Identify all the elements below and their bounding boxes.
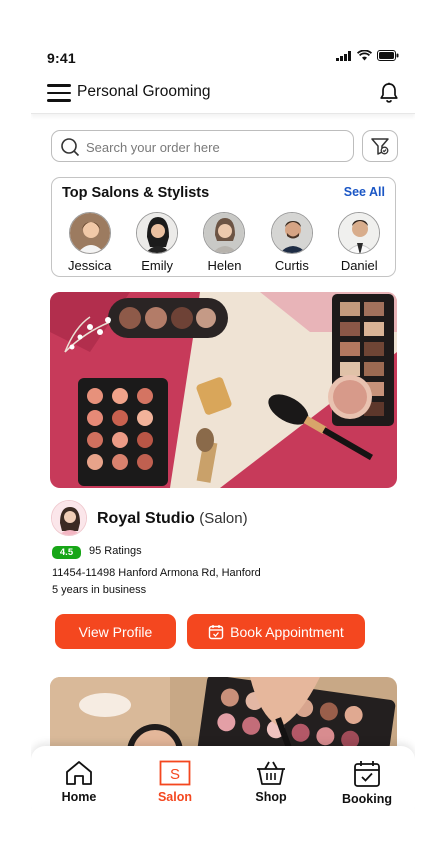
bell-icon[interactable] xyxy=(379,82,399,109)
stylist-name: Emily xyxy=(141,258,173,273)
app-header: Personal Grooming xyxy=(31,76,415,114)
stylist-list: Jessica Emily Helen Curtis Daniel xyxy=(52,212,397,273)
nav-salon-label: Salon xyxy=(157,790,193,804)
nav-shop-label: Shop xyxy=(255,790,287,804)
status-bar: 9:41 xyxy=(31,36,415,76)
stylist-helen[interactable]: Helen xyxy=(194,212,254,273)
bottom-nav: Home S Salon Shop Booking xyxy=(31,746,415,812)
avatar xyxy=(68,212,111,254)
rating-badge: 4.5 xyxy=(52,546,81,559)
avatar xyxy=(270,212,313,254)
search-bar xyxy=(51,130,354,162)
salon-address: 11454-11498 Hanford Armona Rd, Hanford xyxy=(52,567,261,579)
salon-type: (Salon) xyxy=(199,510,248,527)
nav-salon[interactable]: S Salon xyxy=(135,746,215,812)
stylist-emily[interactable]: Emily xyxy=(127,212,187,273)
stylist-name: Helen xyxy=(207,258,242,273)
status-icons xyxy=(336,50,399,61)
svg-text:S: S xyxy=(170,766,180,783)
basket-icon xyxy=(257,761,285,785)
stylist-name: Daniel xyxy=(340,258,378,273)
top-salons-card: Top Salons & Stylists See All Jessica Em… xyxy=(51,177,396,277)
book-appointment-label: Book Appointment xyxy=(230,623,344,640)
calendar-icon xyxy=(208,624,224,639)
nav-booking-label: Booking xyxy=(342,792,392,806)
top-salons-title: Top Salons & Stylists xyxy=(62,185,210,201)
nav-home[interactable]: Home xyxy=(39,746,119,812)
salon-icon: S xyxy=(159,760,191,786)
home-icon xyxy=(66,761,92,785)
nav-shop[interactable]: Shop xyxy=(231,746,311,812)
stylist-jessica[interactable]: Jessica xyxy=(60,212,120,273)
view-profile-button[interactable]: View Profile xyxy=(55,614,176,649)
menu-icon[interactable] xyxy=(47,84,71,104)
phone-screen: 9:41 Personal Grooming Top Salons & Styl… xyxy=(31,36,415,812)
ratings-count: 95 Ratings xyxy=(89,545,142,557)
salon-name-line: Royal Studio (Salon) xyxy=(97,510,248,528)
see-all-link[interactable]: See All xyxy=(344,185,385,199)
search-icon xyxy=(61,138,80,157)
years-in-business: 5 years in business xyxy=(52,584,147,596)
calendar-check-icon xyxy=(354,761,380,787)
search-input[interactable] xyxy=(86,137,346,157)
signal-icon xyxy=(336,50,351,61)
nav-home-label: Home xyxy=(61,790,97,804)
stylist-curtis[interactable]: Curtis xyxy=(262,212,322,273)
stylist-name: Jessica xyxy=(68,258,112,273)
wifi-icon xyxy=(357,50,372,61)
filter-icon xyxy=(371,138,389,155)
page-title: Personal Grooming xyxy=(77,83,211,100)
salon-logo xyxy=(51,500,87,536)
view-profile-label: View Profile xyxy=(78,623,153,640)
filter-button[interactable] xyxy=(362,130,398,162)
status-time: 9:41 xyxy=(47,50,76,66)
book-appointment-button[interactable]: Book Appointment xyxy=(187,614,365,649)
salon-cover-image[interactable] xyxy=(50,292,397,488)
salon-name: Royal Studio xyxy=(97,510,195,527)
stylist-daniel[interactable]: Daniel xyxy=(329,212,389,273)
avatar xyxy=(338,212,381,254)
stylist-name: Curtis xyxy=(274,258,309,273)
avatar xyxy=(203,212,246,254)
avatar xyxy=(136,212,179,254)
battery-icon xyxy=(377,50,399,61)
nav-booking[interactable]: Booking xyxy=(327,746,407,812)
